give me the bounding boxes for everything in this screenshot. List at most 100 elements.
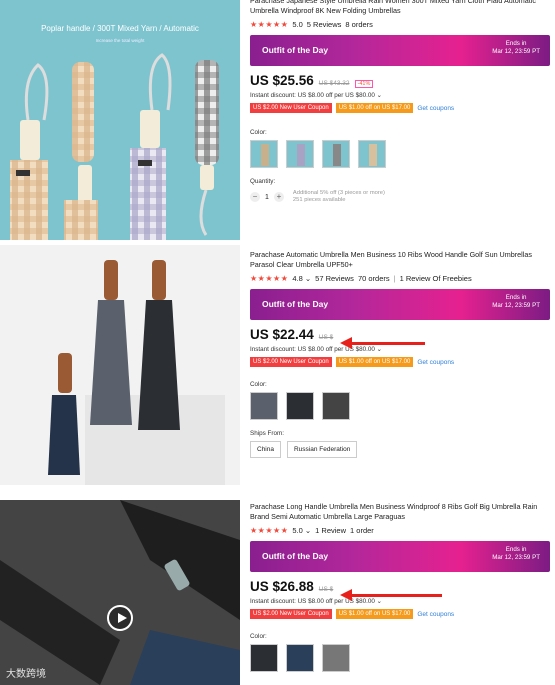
reviews-link[interactable]: 5 Reviews	[307, 20, 342, 29]
ships-from-label: Ships From:	[250, 430, 284, 437]
color-option[interactable]	[322, 140, 350, 168]
rating-row: ★★★★★ 4.8 ⌄ 57 Reviews 70 orders | 1 Rev…	[250, 274, 472, 283]
bulk-discount-note: Additional 5% off (3 pieces or more)	[292, 190, 385, 196]
outfit-of-the-day-banner: Outfit of the Day Ends in Mar 12, 23:59 …	[250, 35, 550, 66]
red-arrow-annotation	[340, 589, 442, 601]
color-option[interactable]	[250, 140, 278, 168]
current-price: US $22.44	[250, 327, 314, 342]
banner-countdown: Ends in Mar 12, 23:59 PT	[492, 40, 540, 56]
original-price: US $	[318, 334, 334, 341]
instant-discount[interactable]: Instant discount: US $8.00 off per US $8…	[250, 598, 550, 605]
rating-row: ★★★★★ 5.0 5 Reviews 8 orders	[250, 20, 550, 29]
store-coupon[interactable]: US $1.00 off on US $17.00	[335, 609, 414, 619]
stock-note: 251 pieces available	[292, 197, 346, 203]
store-coupon[interactable]: US $1.00 off on US $17.00	[335, 357, 414, 367]
color-option[interactable]	[322, 392, 350, 420]
original-price: US $	[318, 586, 334, 593]
outfit-of-the-day-banner: Outfit of the Day Ends in Mar 12, 23:59 …	[250, 289, 550, 320]
orders-count: 8 orders	[345, 20, 373, 29]
product-panel-2: Parachase Automatic Umbrella Men Busines…	[0, 245, 555, 493]
ships-from-options: China Russian Federation	[250, 441, 550, 458]
ends-label: Ends in	[505, 546, 527, 553]
new-user-coupon[interactable]: US $2.00 New User Coupon	[250, 357, 332, 367]
color-label: Color:	[250, 129, 267, 136]
quantity-label: Quantity:	[250, 178, 276, 185]
quantity-stepper: − 1 + Additional 5% off (3 pieces or mor…	[250, 190, 550, 204]
product-info-3: Parachase Long Handle Umbrella Men Busin…	[250, 502, 550, 672]
color-option[interactable]	[286, 392, 314, 420]
store-coupon[interactable]: US $1.00 off on US $17.00	[335, 103, 414, 113]
rating-stars: ★★★★★	[250, 20, 289, 29]
product-title[interactable]: Parachase Long Handle Umbrella Men Busin…	[250, 502, 550, 522]
quantity-notes: Additional 5% off (3 pieces or more) 251…	[293, 190, 385, 204]
discount-badge: -41%	[354, 80, 374, 88]
orders-count: 1 order	[350, 526, 374, 535]
banner-title: Outfit of the Day	[262, 551, 329, 561]
rating-value[interactable]: 4.8 ⌄	[292, 274, 311, 283]
orders-count: 70 orders	[357, 274, 390, 283]
play-video-icon[interactable]	[107, 605, 133, 631]
color-option[interactable]	[358, 140, 386, 168]
get-coupons-link[interactable]: Get coupons	[417, 359, 454, 366]
long-umbrellas-illustration	[0, 500, 240, 685]
banner-title: Outfit of the Day	[262, 45, 329, 55]
color-option[interactable]	[322, 644, 350, 672]
price-row: US $22.44 US $	[250, 327, 550, 342]
decrement-button[interactable]: −	[250, 192, 260, 202]
product-panel-3: Parachase Long Handle Umbrella Men Busin…	[0, 500, 555, 685]
get-coupons-link[interactable]: Get coupons	[417, 611, 454, 618]
reviews-link[interactable]: 1 Review	[315, 526, 346, 535]
product-info-2: Parachase Automatic Umbrella Men Busines…	[250, 250, 550, 458]
quantity-value[interactable]: 1	[265, 194, 269, 201]
ship-option-russia[interactable]: Russian Federation	[286, 441, 358, 458]
product-info-1: Parachase Japanese Style Umbrella Rain W…	[250, 0, 550, 204]
color-options	[250, 644, 550, 672]
product-panel-1: Poplar handle / 300T Mixed Yarn / Automa…	[0, 0, 555, 240]
product-image-1[interactable]: Poplar handle / 300T Mixed Yarn / Automa…	[0, 0, 240, 240]
original-price: US $43.32	[318, 80, 350, 87]
ship-option-china[interactable]: China	[250, 441, 281, 458]
color-option[interactable]	[286, 644, 314, 672]
freebies-link[interactable]: 1 Review Of Freebies	[400, 274, 472, 283]
rating-row: ★★★★★ 5.0 ⌄ 1 Review 1 order	[250, 526, 550, 535]
banner-title: Outfit of the Day	[262, 299, 329, 309]
current-price: US $25.56	[250, 73, 314, 88]
product-image-3[interactable]	[0, 500, 240, 685]
product-image-2[interactable]	[0, 245, 240, 485]
increment-button[interactable]: +	[273, 192, 284, 202]
plaid-umbrellas-illustration	[10, 53, 219, 240]
ends-date: Mar 12, 23:59 PT	[492, 302, 540, 309]
rating-stars: ★★★★★	[250, 526, 289, 535]
instant-discount[interactable]: Instant discount: US $8.00 off per US $8…	[250, 346, 550, 353]
ends-date: Mar 12, 23:59 PT	[492, 48, 540, 55]
color-options	[250, 392, 550, 420]
color-label: Color:	[250, 633, 267, 640]
color-label: Color:	[250, 381, 267, 388]
coupon-row: US $2.00 New User Coupon US $1.00 off on…	[250, 103, 550, 113]
color-option[interactable]	[250, 644, 278, 672]
product-title[interactable]: Parachase Japanese Style Umbrella Rain W…	[250, 0, 550, 16]
rating-stars: ★★★★★	[250, 274, 289, 283]
banner-countdown: Ends in Mar 12, 23:59 PT	[492, 546, 540, 562]
rating-value[interactable]: 5.0 ⌄	[292, 526, 311, 535]
price-row: US $26.88 US $	[250, 579, 550, 594]
new-user-coupon[interactable]: US $2.00 New User Coupon	[250, 103, 332, 113]
red-arrow-annotation	[340, 337, 425, 349]
ends-label: Ends in	[505, 294, 527, 301]
product-title[interactable]: Parachase Automatic Umbrella Men Busines…	[250, 250, 550, 270]
instant-discount[interactable]: Instant discount: US $8.00 off per US $8…	[250, 92, 550, 99]
business-umbrellas-illustration	[48, 260, 225, 485]
coupon-row: US $2.00 New User Coupon US $1.00 off on…	[250, 357, 550, 367]
get-coupons-link[interactable]: Get coupons	[417, 105, 454, 112]
reviews-link[interactable]: 57 Reviews	[315, 274, 354, 283]
watermark-logo: 大数跨境	[6, 669, 46, 680]
rating-value[interactable]: 5.0	[292, 20, 302, 29]
color-option[interactable]	[250, 392, 278, 420]
color-option[interactable]	[286, 140, 314, 168]
price-row: US $25.56 US $43.32 -41%	[250, 73, 550, 88]
ends-label: Ends in	[505, 40, 527, 47]
new-user-coupon[interactable]: US $2.00 New User Coupon	[250, 609, 332, 619]
color-options	[250, 140, 550, 168]
banner-countdown: Ends in Mar 12, 23:59 PT	[492, 294, 540, 310]
outfit-of-the-day-banner: Outfit of the Day Ends in Mar 12, 23:59 …	[250, 541, 550, 572]
